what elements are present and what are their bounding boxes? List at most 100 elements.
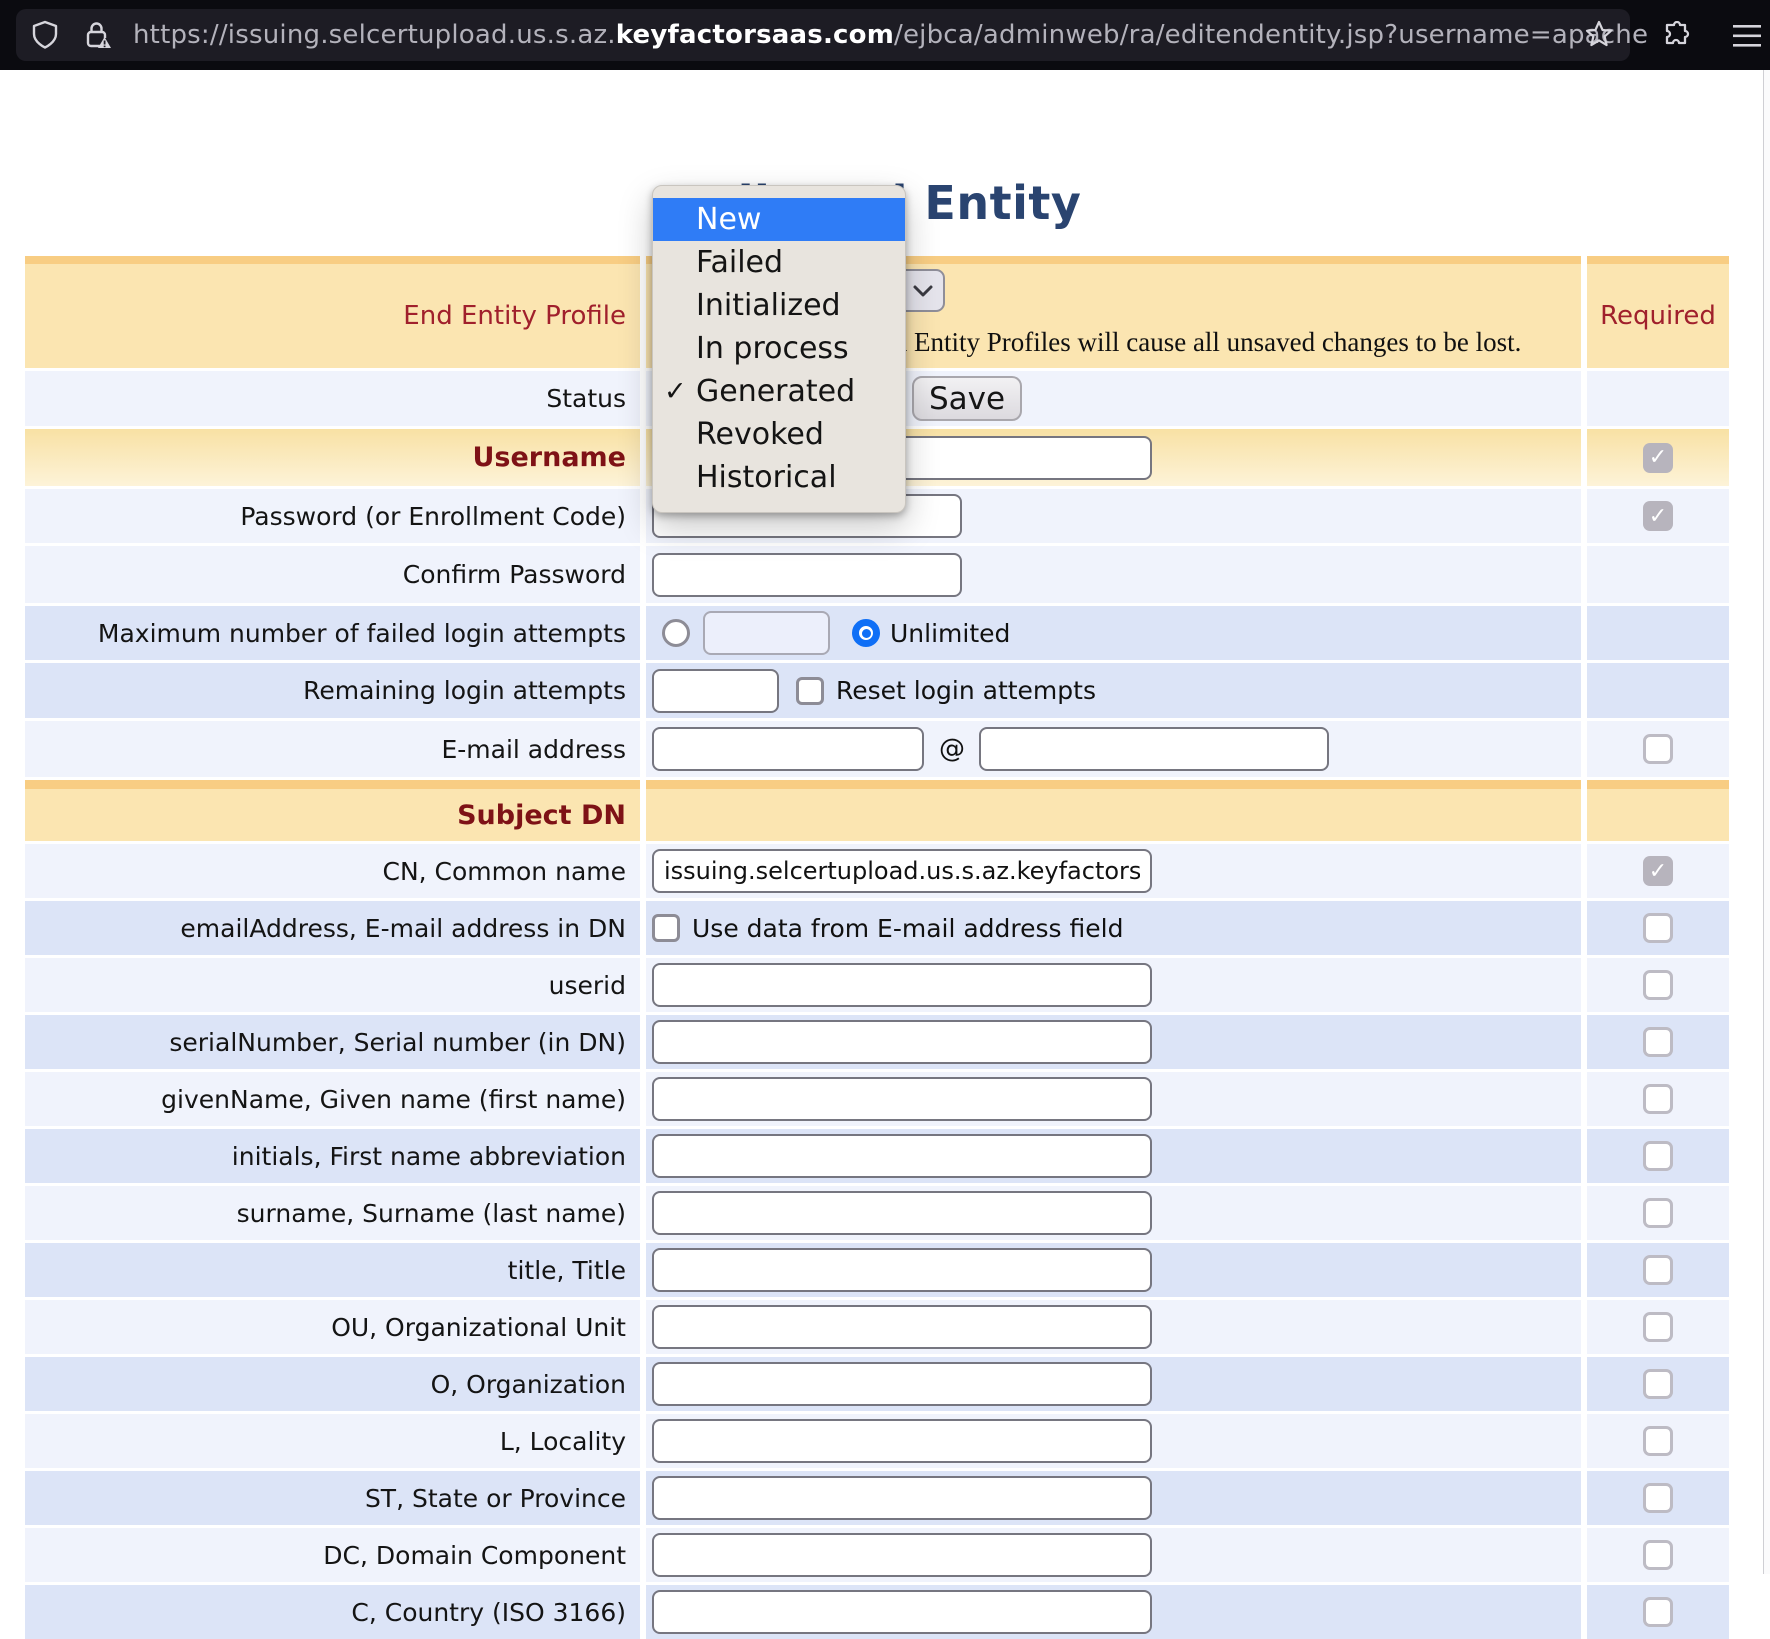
shield-icon[interactable]	[31, 20, 59, 50]
initials-required-checkbox-unchecked	[1643, 1141, 1673, 1171]
ou-input[interactable]	[652, 1305, 1152, 1349]
st-cell	[646, 1471, 1581, 1525]
subject-dn-section-label: Subject DN	[25, 780, 640, 841]
status-option-failed[interactable]: Failed	[653, 241, 905, 284]
confirm-password-label: Confirm Password	[25, 546, 640, 603]
email-local-input[interactable]	[652, 727, 924, 771]
serialnumber-required-cell	[1587, 1015, 1729, 1069]
o-input[interactable]	[652, 1362, 1152, 1406]
serialnumber-label: serialNumber, Serial number (in DN)	[25, 1015, 640, 1069]
o-cell	[646, 1357, 1581, 1411]
save-button[interactable]: Save	[912, 376, 1022, 421]
subject-dn-required-spacer	[1587, 780, 1729, 841]
status-option-generated[interactable]: ✓ Generated	[653, 370, 905, 413]
surname-cell	[646, 1186, 1581, 1240]
use-email-data-label: Use data from E-mail address field	[692, 914, 1123, 943]
status-option-historical[interactable]: Historical	[653, 456, 905, 499]
unlimited-radio-selected[interactable]	[852, 619, 880, 647]
required-column-header: Required	[1587, 256, 1729, 368]
c-input[interactable]	[652, 1590, 1152, 1634]
status-option-revoked[interactable]: Revoked	[653, 413, 905, 456]
confirm-required-cell	[1587, 546, 1729, 603]
email-dn-required-checkbox-unchecked	[1643, 913, 1673, 943]
status-option-in-process[interactable]: In process	[653, 327, 905, 370]
url-text[interactable]: https://issuing.selcertupload.us.s.az.ke…	[133, 20, 1648, 50]
email-required-cell	[1587, 721, 1729, 777]
max-attempts-radio-unselected[interactable]	[662, 619, 690, 647]
subject-dn-spacer	[646, 780, 1581, 841]
userid-cell	[646, 958, 1581, 1012]
givenname-label: givenName, Given name (first name)	[25, 1072, 640, 1126]
confirm-password-cell	[646, 546, 1581, 603]
email-dn-cell: Use data from E-mail address field	[646, 901, 1581, 955]
title-input[interactable]	[652, 1248, 1152, 1292]
bookmark-star-icon[interactable]	[1585, 20, 1613, 48]
ou-label: OU, Organizational Unit	[25, 1300, 640, 1354]
status-option-new[interactable]: New	[653, 198, 905, 241]
cn-input[interactable]	[652, 849, 1152, 893]
dc-input[interactable]	[652, 1533, 1152, 1577]
scrollbar[interactable]	[1763, 70, 1770, 1574]
lock-warning-icon[interactable]	[85, 20, 111, 50]
browser-toolbar: https://issuing.selcertupload.us.s.az.ke…	[0, 0, 1770, 70]
title-required-checkbox-unchecked	[1643, 1255, 1673, 1285]
ou-cell	[646, 1300, 1581, 1354]
password-label: Password (or Enrollment Code)	[25, 489, 640, 543]
username-required-cell: ✓	[1587, 429, 1729, 486]
serialnumber-input[interactable]	[652, 1020, 1152, 1064]
st-required-checkbox-unchecked	[1643, 1483, 1673, 1513]
st-input[interactable]	[652, 1476, 1152, 1520]
email-domain-input[interactable]	[979, 727, 1329, 771]
remaining-required-cell	[1587, 663, 1729, 718]
email-dn-required-cell	[1587, 901, 1729, 955]
userid-required-checkbox-unchecked	[1643, 970, 1673, 1000]
email-required-checkbox-unchecked	[1643, 734, 1673, 764]
givenname-input[interactable]	[652, 1077, 1152, 1121]
status-option-initialized[interactable]: Initialized	[653, 284, 905, 327]
remaining-attempts-input[interactable]	[652, 669, 779, 713]
url-bar[interactable]: https://issuing.selcertupload.us.s.az.ke…	[16, 9, 1630, 61]
serialnumber-required-checkbox-unchecked	[1643, 1027, 1673, 1057]
password-required-cell: ✓	[1587, 489, 1729, 543]
initials-input[interactable]	[652, 1134, 1152, 1178]
email-label: E-mail address	[25, 721, 640, 777]
username-required-checkbox-checked: ✓	[1643, 443, 1673, 473]
email-dn-label: emailAddress, E-mail address in DN	[25, 901, 640, 955]
reset-login-attempts-checkbox[interactable]	[796, 677, 824, 705]
cn-required-cell: ✓	[1587, 844, 1729, 898]
end-entity-profile-label: End Entity Profile	[25, 256, 640, 368]
cn-cell	[646, 844, 1581, 898]
initials-label: initials, First name abbreviation	[25, 1129, 640, 1183]
initials-cell	[646, 1129, 1581, 1183]
l-input[interactable]	[652, 1419, 1152, 1463]
l-label: L, Locality	[25, 1414, 640, 1468]
ou-required-checkbox-unchecked	[1643, 1312, 1673, 1342]
serialnumber-cell	[646, 1015, 1581, 1069]
cn-required-checkbox-checked: ✓	[1643, 856, 1673, 886]
st-required-cell	[1587, 1471, 1729, 1525]
max-attempts-input-disabled	[703, 611, 830, 655]
ou-required-cell	[1587, 1300, 1729, 1354]
hamburger-menu-icon[interactable]	[1732, 24, 1762, 48]
cn-label: CN, Common name	[25, 844, 640, 898]
confirm-password-input[interactable]	[652, 553, 962, 597]
remaining-logins-label: Remaining login attempts	[25, 663, 640, 718]
surname-required-cell	[1587, 1186, 1729, 1240]
l-required-checkbox-unchecked	[1643, 1426, 1673, 1456]
extensions-puzzle-icon[interactable]	[1663, 21, 1693, 51]
max-failed-required-cell	[1587, 606, 1729, 660]
status-required-cell	[1587, 371, 1729, 426]
title-cell	[646, 1243, 1581, 1297]
use-email-data-checkbox[interactable]	[652, 914, 680, 942]
l-required-cell	[1587, 1414, 1729, 1468]
o-required-cell	[1587, 1357, 1729, 1411]
page-content: Edit End Entity End Entity Profile Chang…	[0, 70, 1770, 1574]
status-label: Status	[25, 371, 640, 426]
title-required-cell	[1587, 1243, 1729, 1297]
unlimited-label: Unlimited	[890, 619, 1010, 648]
chevron-down-icon	[912, 284, 934, 298]
userid-required-cell	[1587, 958, 1729, 1012]
status-dropdown-popup: New Failed Initialized In process ✓ Gene…	[652, 185, 906, 513]
surname-input[interactable]	[652, 1191, 1152, 1235]
userid-input[interactable]	[652, 963, 1152, 1007]
